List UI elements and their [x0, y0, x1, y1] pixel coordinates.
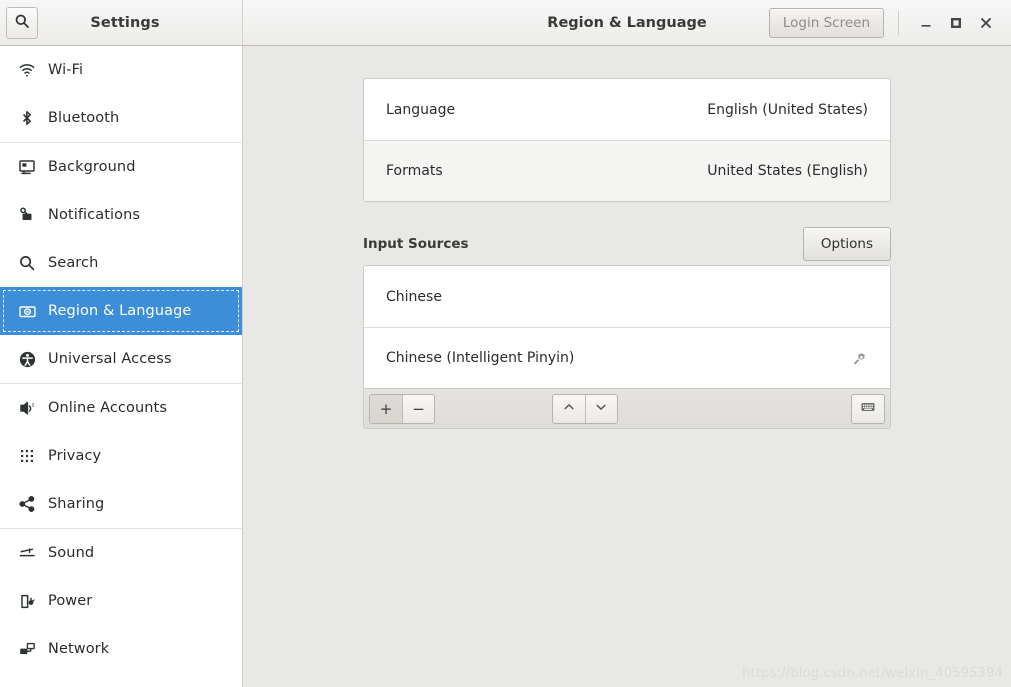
sidebar-title: Settings — [90, 14, 160, 31]
header-bar: Settings Region & Language Login Screen — [0, 0, 1011, 46]
add-input-source-button[interactable]: + — [370, 394, 402, 423]
minimize-icon — [919, 16, 933, 30]
sidebar-item-region-language[interactable]: Region & Language — [0, 287, 242, 335]
power-icon — [14, 592, 40, 611]
move-group — [551, 393, 618, 424]
sidebar-item-sound[interactable]: Sound — [0, 529, 242, 577]
maximize-icon — [949, 16, 963, 30]
notifications-icon — [14, 206, 40, 224]
input-source-label: Chinese — [386, 288, 442, 305]
input-sources-toolbar: + − — [364, 388, 890, 428]
show-keyboard-layout-button[interactable] — [851, 394, 884, 423]
region-language-icon — [14, 302, 40, 321]
header-actions: Login Screen — [768, 7, 1011, 38]
sidebar-item-sharing[interactable]: Sharing — [0, 480, 242, 528]
sidebar-item-online-accounts[interactable]: s Online Accounts — [0, 384, 242, 432]
search-icon — [14, 254, 40, 272]
sidebar-header: Settings — [0, 0, 243, 45]
search-icon — [14, 13, 30, 33]
close-button[interactable] — [971, 8, 1001, 38]
close-icon — [979, 16, 993, 30]
language-row[interactable]: Language English (United States) — [364, 79, 890, 140]
input-source-row[interactable]: Chinese (Intelligent Pinyin) — [364, 327, 890, 388]
sharing-icon — [14, 495, 40, 513]
input-source-label: Chinese (Intelligent Pinyin) — [386, 350, 575, 366]
chevron-up-icon — [562, 400, 576, 418]
sound-icon — [14, 544, 40, 563]
login-screen-button[interactable]: Login Screen — [768, 7, 884, 38]
move-down-button[interactable] — [584, 394, 617, 423]
sidebar-item-universal-access[interactable]: Universal Access — [0, 335, 242, 383]
input-sources-list: Chinese Chinese (Intelligent Pinyin) + − — [363, 265, 891, 429]
remove-input-source-button[interactable]: − — [402, 394, 434, 423]
region-language-panel: Language English (United States) Formats… — [363, 46, 891, 429]
language-row-value: English (United States) — [707, 101, 868, 118]
minimize-button[interactable] — [911, 8, 941, 38]
add-remove-group: + − — [369, 393, 435, 424]
sidebar-item-label: Universal Access — [48, 351, 172, 367]
language-row-label: Language — [386, 101, 456, 118]
language-formats-list: Language English (United States) Formats… — [363, 78, 891, 202]
input-source-row[interactable]: Chinese — [364, 266, 890, 327]
sidebar-item-search[interactable]: Search — [0, 239, 242, 287]
sidebar-item-label: Sharing — [48, 496, 105, 512]
sidebar-item-label: Sound — [48, 545, 95, 561]
sidebar-item-label: Notifications — [48, 207, 141, 223]
sidebar-item-label: Privacy — [48, 448, 102, 464]
svg-text:s: s — [31, 402, 34, 408]
sidebar-item-background[interactable]: Background — [0, 143, 242, 191]
sidebar-item-power[interactable]: Power — [0, 577, 242, 625]
sidebar-item-privacy[interactable]: Privacy — [0, 432, 242, 480]
sidebar-item-wifi[interactable]: Wi-Fi — [0, 46, 242, 94]
sidebar-item-label: Network — [48, 641, 110, 657]
bluetooth-icon — [14, 109, 40, 127]
universal-access-icon — [14, 350, 40, 369]
chevron-down-icon — [594, 400, 608, 418]
network-icon — [14, 640, 40, 659]
preferences-gear-icon[interactable] — [853, 351, 868, 366]
keyboard-group — [850, 393, 885, 424]
input-sources-header: Input Sources Options — [363, 223, 891, 265]
sidebar-item-notifications[interactable]: Notifications — [0, 191, 242, 239]
move-up-button[interactable] — [552, 394, 585, 423]
formats-row-value: United States (English) — [707, 163, 868, 179]
settings-window: Settings Region & Language Login Screen — [0, 0, 1011, 687]
keyboard-icon — [860, 399, 876, 419]
options-button[interactable]: Options — [802, 227, 891, 261]
watermark: https://blog.csdn.net/weixin_40595394 — [742, 666, 1003, 681]
online-accounts-icon: s — [14, 399, 40, 418]
background-icon — [14, 158, 40, 176]
sidebar-item-label: Background — [48, 159, 136, 175]
sidebar: Wi-Fi Bluetooth Background Notifications… — [0, 46, 243, 687]
wifi-icon — [14, 61, 40, 79]
sidebar-item-label: Online Accounts — [48, 400, 167, 416]
formats-row[interactable]: Formats United States (English) — [364, 140, 890, 201]
maximize-button[interactable] — [941, 8, 971, 38]
window-body: Wi-Fi Bluetooth Background Notifications… — [0, 46, 1011, 687]
sidebar-item-label: Power — [48, 593, 93, 609]
sidebar-item-network[interactable]: Network — [0, 625, 242, 673]
formats-row-label: Formats — [386, 163, 443, 179]
privacy-icon — [14, 447, 40, 465]
sidebar-item-label: Region & Language — [48, 303, 192, 319]
sidebar-item-label: Bluetooth — [48, 110, 120, 126]
content-area: Language English (United States) Formats… — [243, 46, 1011, 687]
sidebar-item-label: Search — [48, 255, 99, 271]
search-button[interactable] — [6, 6, 38, 39]
sidebar-item-label: Wi-Fi — [48, 62, 84, 78]
main-header: Region & Language Login Screen — [243, 0, 1011, 45]
header-divider — [898, 10, 899, 35]
sidebar-item-bluetooth[interactable]: Bluetooth — [0, 94, 242, 142]
input-sources-title: Input Sources — [363, 236, 469, 252]
